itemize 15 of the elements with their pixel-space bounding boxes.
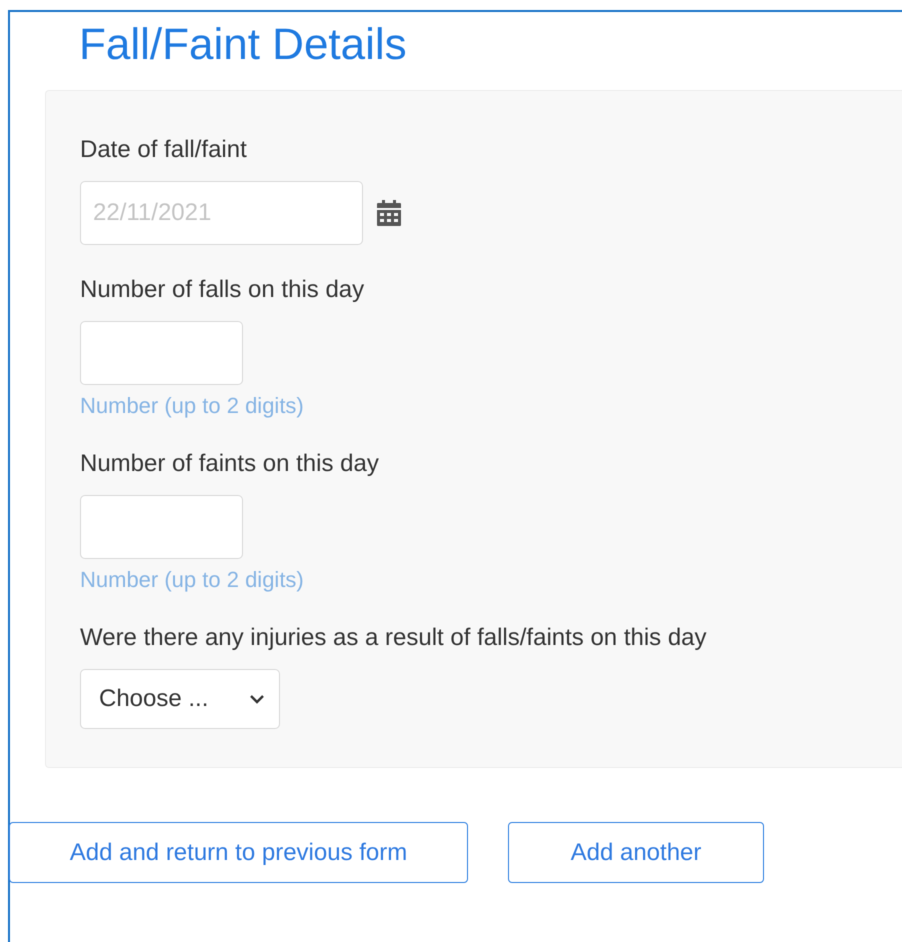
date-field[interactable]: 22/11/2021 xyxy=(80,181,363,245)
add-another-button[interactable]: Add another xyxy=(508,822,764,883)
number-field[interactable] xyxy=(80,495,243,559)
add-return-button[interactable]: Add and return to previous form xyxy=(9,822,468,883)
field-hint: Number (up to 2 digits) xyxy=(80,567,304,593)
calendar-icon[interactable] xyxy=(377,200,401,226)
field-label: Date of fall/faint xyxy=(80,135,247,165)
page-title: Fall/Faint Details xyxy=(79,20,407,69)
chevron-icon xyxy=(249,694,265,704)
field-label: Were there any injuries as a result of falls/faints on this day xyxy=(80,623,707,653)
field-label: Number of falls on this day xyxy=(80,275,364,305)
injury-dropdown[interactable]: Choose ... xyxy=(80,669,280,729)
field-label: Number of faints on this day xyxy=(80,449,379,479)
field-hint: Number (up to 2 digits) xyxy=(80,393,304,419)
number-field[interactable] xyxy=(80,321,243,385)
